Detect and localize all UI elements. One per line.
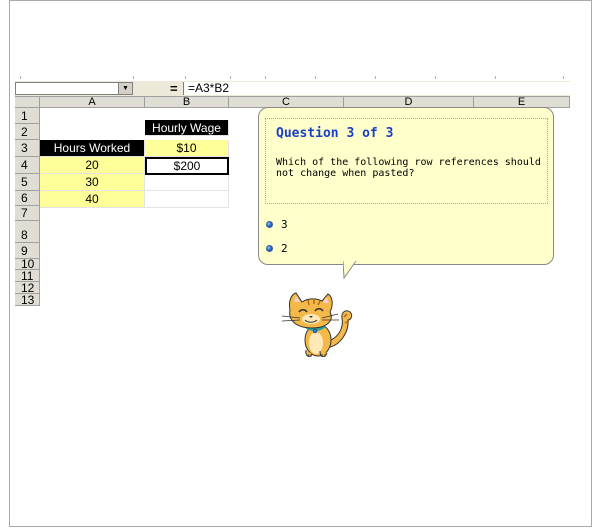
cell-b1[interactable]: Hourly Wage <box>145 120 229 136</box>
answer-option-1[interactable]: 3 <box>266 218 288 231</box>
formula-input[interactable]: =A3*B2 <box>183 82 570 95</box>
column-header-a[interactable]: A <box>40 97 145 108</box>
bubble-tail <box>343 261 357 279</box>
row-header-5[interactable]: 5 <box>15 174 40 191</box>
name-box[interactable]: ▼ <box>15 82 133 95</box>
select-all-corner[interactable] <box>15 97 40 108</box>
answer-option-1-label: 3 <box>281 218 288 231</box>
column-header-b[interactable]: B <box>145 97 229 108</box>
cell-b2[interactable]: $10 <box>145 140 229 157</box>
radio-bullet-icon[interactable] <box>266 221 273 228</box>
question-title: Question 3 of 3 <box>276 126 394 141</box>
cell-b3[interactable]: $200 <box>145 157 229 175</box>
row-header-6[interactable]: 6 <box>15 191 40 206</box>
row-header-1[interactable]: 1 <box>15 108 40 124</box>
formula-bar: ▼ = =A3*B2 <box>15 81 570 97</box>
answer-option-2[interactable]: 2 <box>266 242 288 255</box>
cell-b4[interactable] <box>145 175 229 191</box>
row-header-7[interactable]: 7 <box>15 206 40 221</box>
cat-mascot-icon <box>281 292 353 358</box>
question-panel: Question 3 of 3 Which of the following r… <box>265 118 548 204</box>
radio-bullet-icon[interactable] <box>266 245 273 252</box>
cell-a5[interactable]: 40 <box>40 191 145 208</box>
row-header-2[interactable]: 2 <box>15 124 40 140</box>
equals-sign: = <box>170 81 178 96</box>
row-header-13[interactable]: 13 <box>15 294 40 306</box>
row-header-4[interactable]: 4 <box>15 157 40 174</box>
question-text: Which of the following row references sh… <box>276 157 541 179</box>
answer-option-2-label: 2 <box>281 242 288 255</box>
row-header-3[interactable]: 3 <box>15 140 40 157</box>
cell-b5[interactable] <box>145 191 229 208</box>
row-header-8[interactable]: 8 <box>15 221 40 243</box>
cell-a2[interactable]: Hours Worked <box>40 140 145 157</box>
quiz-bubble: Question 3 of 3 Which of the following r… <box>258 107 554 265</box>
chevron-down-icon[interactable]: ▼ <box>118 83 132 94</box>
cell-a3[interactable]: 20 <box>40 157 145 174</box>
cell-a4[interactable]: 30 <box>40 174 145 191</box>
